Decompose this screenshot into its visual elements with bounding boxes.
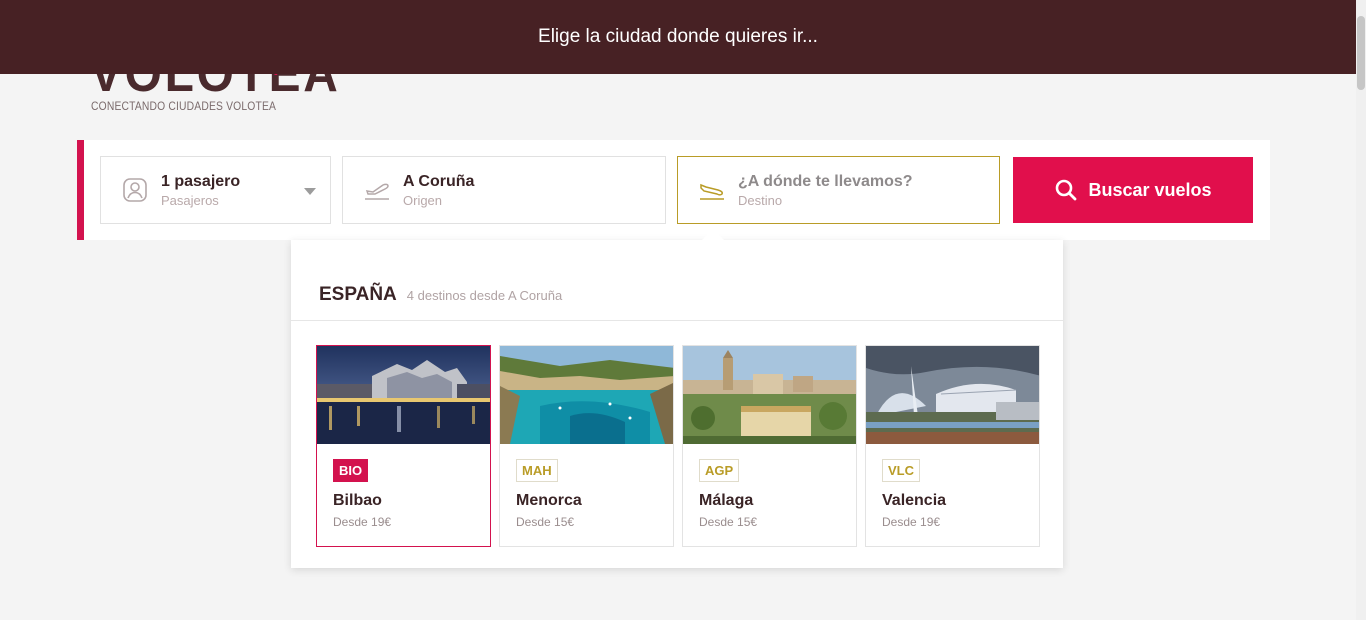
origin-value: A Coruña xyxy=(403,172,475,190)
city-name: Valencia xyxy=(882,492,947,509)
price-from: Desde 19€ xyxy=(882,515,941,529)
search-flights-button[interactable]: Buscar vuelos xyxy=(1013,157,1253,223)
passengers-value: 1 pasajero xyxy=(161,172,241,190)
origin-field[interactable]: A Coruña Origen xyxy=(342,156,666,224)
takeoff-icon xyxy=(363,176,391,204)
search-icon xyxy=(1056,179,1077,201)
destination-field[interactable]: ¿A dónde te llevamos? Destino xyxy=(677,156,1000,224)
country-heading: ESPAÑA xyxy=(319,284,397,305)
dropdown-pointer xyxy=(702,229,724,240)
chevron-down-icon xyxy=(304,188,316,195)
page-scrollbar[interactable] xyxy=(1356,0,1366,620)
origin-label: Origen xyxy=(403,192,443,208)
menorca-photo xyxy=(500,346,673,444)
banner-text: Elige la ciudad donde quieres ir... xyxy=(538,26,818,47)
flight-search-bar: 1 pasajero Pasajeros A Coruña Origen ¿A … xyxy=(77,140,1270,240)
city-name: Málaga xyxy=(699,492,754,509)
passengers-selector[interactable]: 1 pasajero Pasajeros xyxy=(100,156,331,224)
price-from: Desde 19€ xyxy=(333,515,392,529)
malaga-photo xyxy=(683,346,856,444)
divider xyxy=(291,320,1063,321)
city-name: Bilbao xyxy=(333,492,382,509)
destination-card-bilbao[interactable]: BIO Bilbao Desde 19€ xyxy=(316,345,491,547)
bilbao-photo xyxy=(317,346,490,444)
instruction-banner: Elige la ciudad donde quieres ir... xyxy=(0,0,1356,74)
search-flights-label: Buscar vuelos xyxy=(1088,179,1212,200)
valencia-photo xyxy=(866,346,1039,444)
logo-tagline: CONECTANDO CIUDADES VOLOTEA xyxy=(91,99,277,113)
destination-card-valencia[interactable]: VLC Valencia Desde 19€ xyxy=(865,345,1040,547)
airport-code-badge: MAH xyxy=(516,459,558,482)
passenger-icon xyxy=(121,176,149,204)
city-name: Menorca xyxy=(516,492,582,509)
airport-code-badge: VLC xyxy=(882,459,920,482)
landing-icon xyxy=(698,176,726,204)
price-from: Desde 15€ xyxy=(699,515,758,529)
airport-code-badge: BIO xyxy=(333,459,369,482)
price-from: Desde 15€ xyxy=(516,515,575,529)
passengers-label: Pasajeros xyxy=(161,192,219,208)
destination-placeholder: ¿A dónde te llevamos? xyxy=(738,172,913,190)
destination-card-menorca[interactable]: MAH Menorca Desde 15€ xyxy=(499,345,674,547)
destination-label: Destino xyxy=(738,192,783,208)
destination-cards: BIO Bilbao Desde 19€ MAH Menorca Desde 1… xyxy=(316,345,1040,547)
destinations-dropdown: ESPAÑA 4 destinos desde A Coruña BIO Bil… xyxy=(291,240,1063,568)
scrollbar-thumb[interactable] xyxy=(1357,16,1365,90)
destination-card-malaga[interactable]: AGP Málaga Desde 15€ xyxy=(682,345,857,547)
airport-code-badge: AGP xyxy=(699,459,740,482)
destinations-count: 4 destinos desde A Coruña xyxy=(406,288,563,303)
